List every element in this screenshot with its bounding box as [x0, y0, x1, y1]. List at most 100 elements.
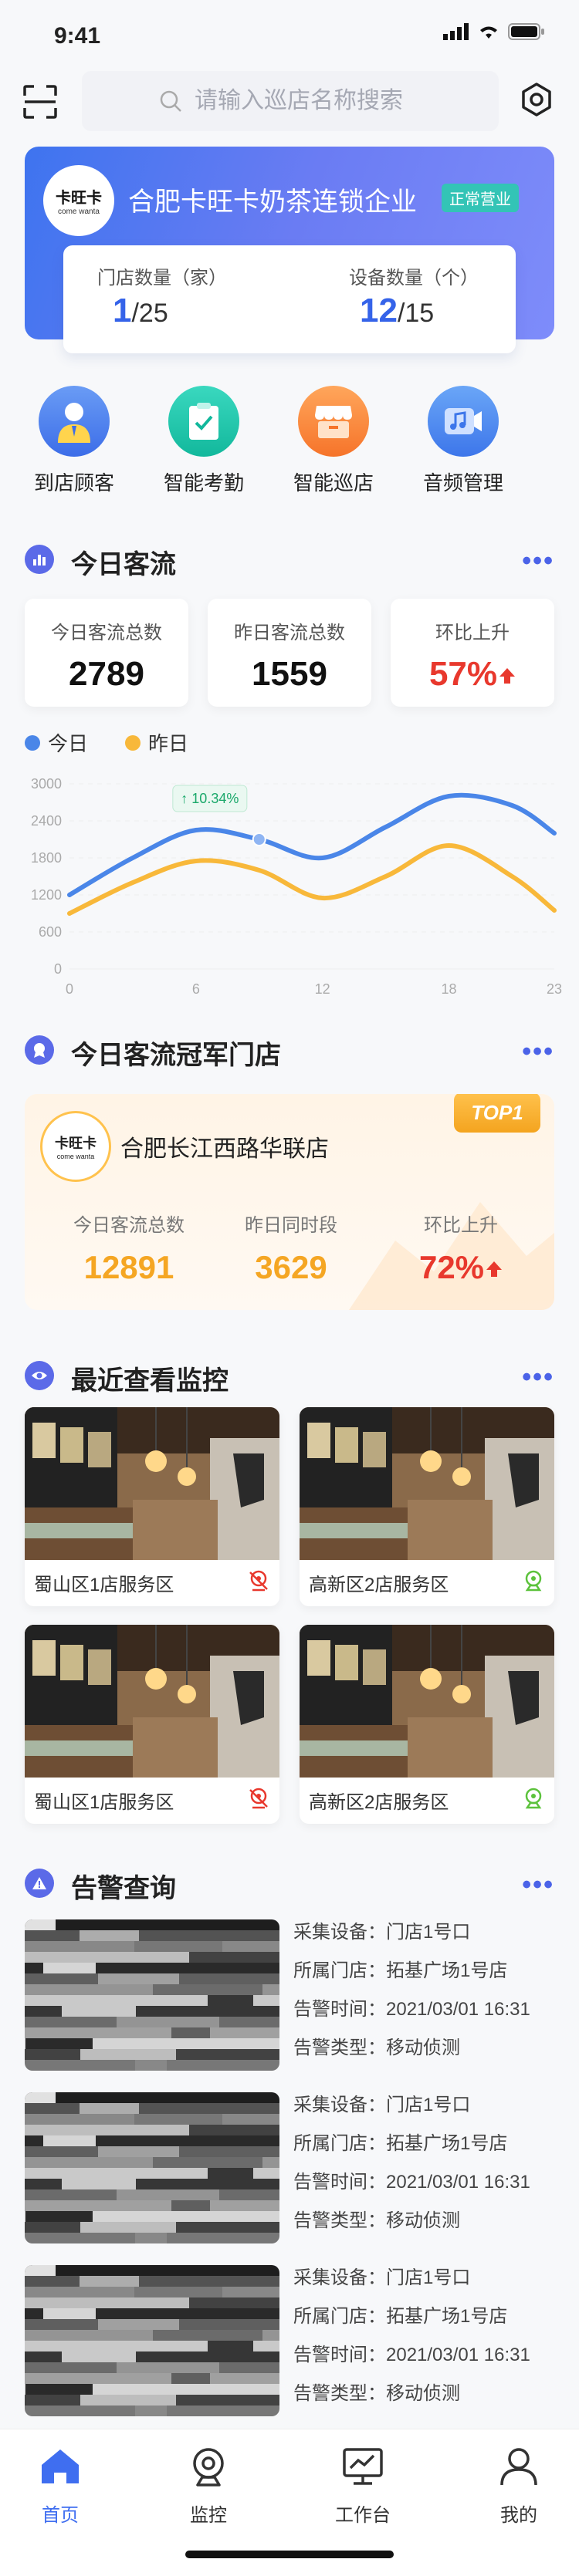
quick-action-customers[interactable]: 到店顾客: [20, 386, 128, 496]
tab-monitor[interactable]: 监控: [162, 2445, 255, 2527]
alert-snapshot[interactable]: [25, 2092, 279, 2243]
more-button[interactable]: •••: [522, 1870, 554, 1900]
champion-stat: 今日客流总数 12891: [56, 1210, 202, 1286]
stat-value: 3629: [255, 1249, 327, 1285]
company-logo: 卡旺卡 come wanta: [43, 165, 114, 236]
company-stats: 门店数量（家） 1/25 设备数量（个） 12/15: [63, 245, 516, 353]
alert-details: 采集设备：门店1号口 所属门店：拓基广场1号店 告警时间：2021/03/01 16…: [293, 2259, 530, 2413]
tab-label: 我的: [500, 2505, 537, 2526]
chart-legend: 今日 昨日: [25, 728, 188, 757]
quick-action-audio[interactable]: 音频管理: [409, 386, 517, 496]
x-tick-label: 12: [315, 981, 330, 997]
kpi-yesterday: 昨日客流总数 1559: [208, 599, 371, 707]
camera-icon: [193, 2448, 224, 2487]
y-tick-label: 600: [39, 924, 62, 940]
monitor-card[interactable]: 高新区2店服务区: [300, 1407, 554, 1606]
user-icon: [500, 2448, 537, 2486]
monitor-thumbnail: [300, 1625, 554, 1778]
eye-icon: [25, 1361, 54, 1390]
more-button[interactable]: •••: [522, 1037, 554, 1067]
quick-action-label: 智能考勤: [163, 471, 244, 495]
alert-store: 所属门店：拓基广场1号店: [293, 2133, 508, 2154]
alert-device: 采集设备：门店1号口: [293, 2095, 471, 2115]
store-count-label: 门店数量（家）: [97, 268, 227, 289]
monitor-label: 蜀山区1店服务区: [34, 1575, 174, 1595]
settings-icon[interactable]: [519, 82, 554, 117]
monitor-card[interactable]: 蜀山区1店服务区: [25, 1625, 279, 1824]
alert-details: 采集设备：门店1号口所属门店：拓基广场1号店告警时间：2021/03/01 16…: [293, 2086, 530, 2240]
logo-subtext: come wanta: [56, 1153, 95, 1160]
medal-icon: [25, 1035, 54, 1065]
kpi-label: 昨日客流总数: [234, 623, 345, 643]
kpi-label: 环比上升: [435, 623, 510, 643]
section-title: 告警查询: [71, 1874, 176, 1903]
alert-time: 告警时间：2021/03/01 16:31: [293, 2172, 530, 2193]
kpi-growth: 环比上升 57%: [391, 599, 554, 707]
quick-action-attendance[interactable]: 智能考勤: [150, 386, 258, 496]
stat-label: 今日客流总数: [73, 1215, 185, 1236]
alert-type: 告警类型：移动侦测: [293, 2383, 460, 2404]
tab-label: 首页: [42, 2505, 79, 2526]
kpi-label: 今日客流总数: [51, 623, 162, 643]
device-count-value: 12/15: [360, 292, 435, 329]
stat-label: 昨日同时段: [245, 1215, 337, 1236]
camera-offline-icon: [249, 1570, 268, 1592]
monitor-thumbnail: [300, 1407, 554, 1560]
attendance-icon: [168, 386, 239, 457]
tab-home[interactable]: 首页: [14, 2445, 107, 2527]
camera-online-icon: [525, 1788, 542, 1809]
wifi-icon: [480, 26, 497, 39]
monitor-thumbnail: [25, 1625, 279, 1778]
bar-chart-icon: [25, 545, 54, 574]
kpi-value: 57%: [391, 655, 554, 694]
champion-card[interactable]: TOP1 卡旺卡 come wanta 合肥长江西路华联店 今日客流总数 128…: [25, 1094, 554, 1310]
stat-label: 环比上升: [424, 1215, 498, 1236]
monitor-card[interactable]: 蜀山区1店服务区: [25, 1407, 279, 1606]
audio-icon: [428, 386, 499, 457]
traffic-section-header: 今日客流 •••: [25, 540, 554, 579]
status-bar: 9:41: [0, 0, 579, 69]
monitor-card[interactable]: 高新区2店服务区: [300, 1625, 554, 1824]
more-button[interactable]: •••: [522, 546, 554, 576]
quick-action-label: 音频管理: [422, 471, 503, 495]
logo-text: 卡旺卡: [56, 190, 102, 207]
y-tick-label: 0: [54, 961, 62, 977]
x-tick-label: 0: [66, 981, 73, 997]
monitor-label: 高新区2店服务区: [309, 1575, 449, 1595]
scan-icon[interactable]: [23, 85, 57, 119]
section-title: 今日客流冠军门店: [71, 1041, 281, 1070]
status-time: 9:41: [54, 23, 101, 49]
company-name: 合肥卡旺卡奶茶连锁企业: [128, 187, 417, 217]
more-button[interactable]: •••: [522, 1362, 554, 1393]
alert-snapshot[interactable]: [25, 2265, 279, 2416]
kpi-today: 今日客流总数 2789: [25, 599, 188, 707]
tab-workbench[interactable]: 工作台: [317, 2445, 409, 2527]
champion-stat: 环比上升 72%: [388, 1210, 534, 1286]
alert-section-header: 告警查询 •••: [25, 1864, 554, 1903]
quick-action-inspection[interactable]: 智能巡店: [279, 386, 388, 496]
arrow-up-icon: [499, 668, 516, 684]
search-bar[interactable]: [82, 71, 499, 131]
alert-device: 采集设备：门店1号口: [293, 1922, 471, 1943]
alert-details: 采集设备：门店1号口 所属门店：拓基广场1号店 告警时间：2021/03/01 16…: [293, 1913, 530, 2068]
x-tick-label: 23: [547, 981, 562, 997]
arrow-up-icon: [486, 1261, 503, 1277]
legend-dot-today: [25, 734, 40, 751]
company-card[interactable]: 卡旺卡 come wanta 合肥卡旺卡奶茶连锁企业 正常营业 门店数量（家） …: [25, 147, 554, 353]
champion-store-name: 合肥长江西路华联店: [120, 1136, 329, 1162]
search-input[interactable]: [193, 87, 489, 115]
legend-dot-yesterday: [125, 734, 141, 751]
monitor-section-header: 最近查看监控 •••: [25, 1356, 554, 1396]
alert-store: 所属门店：拓基广场1号店: [293, 2306, 508, 2327]
monitor-label: 蜀山区1店服务区: [34, 1792, 174, 1813]
alert-snapshot[interactable]: [25, 1919, 279, 2071]
x-tick-label: 6: [192, 981, 200, 997]
alert-device: 采集设备：门店1号口: [293, 2267, 471, 2288]
device-count-label: 设备数量（个）: [349, 268, 479, 289]
tab-profile[interactable]: 我的: [472, 2445, 565, 2527]
monitor-thumbnail: [25, 1407, 279, 1560]
home-icon: [42, 2449, 79, 2483]
quick-action-label: 到店顾客: [33, 471, 114, 495]
alert-time: 告警时间：2021/03/01 16:31: [293, 1999, 530, 2020]
y-tick-label: 3000: [31, 776, 62, 792]
